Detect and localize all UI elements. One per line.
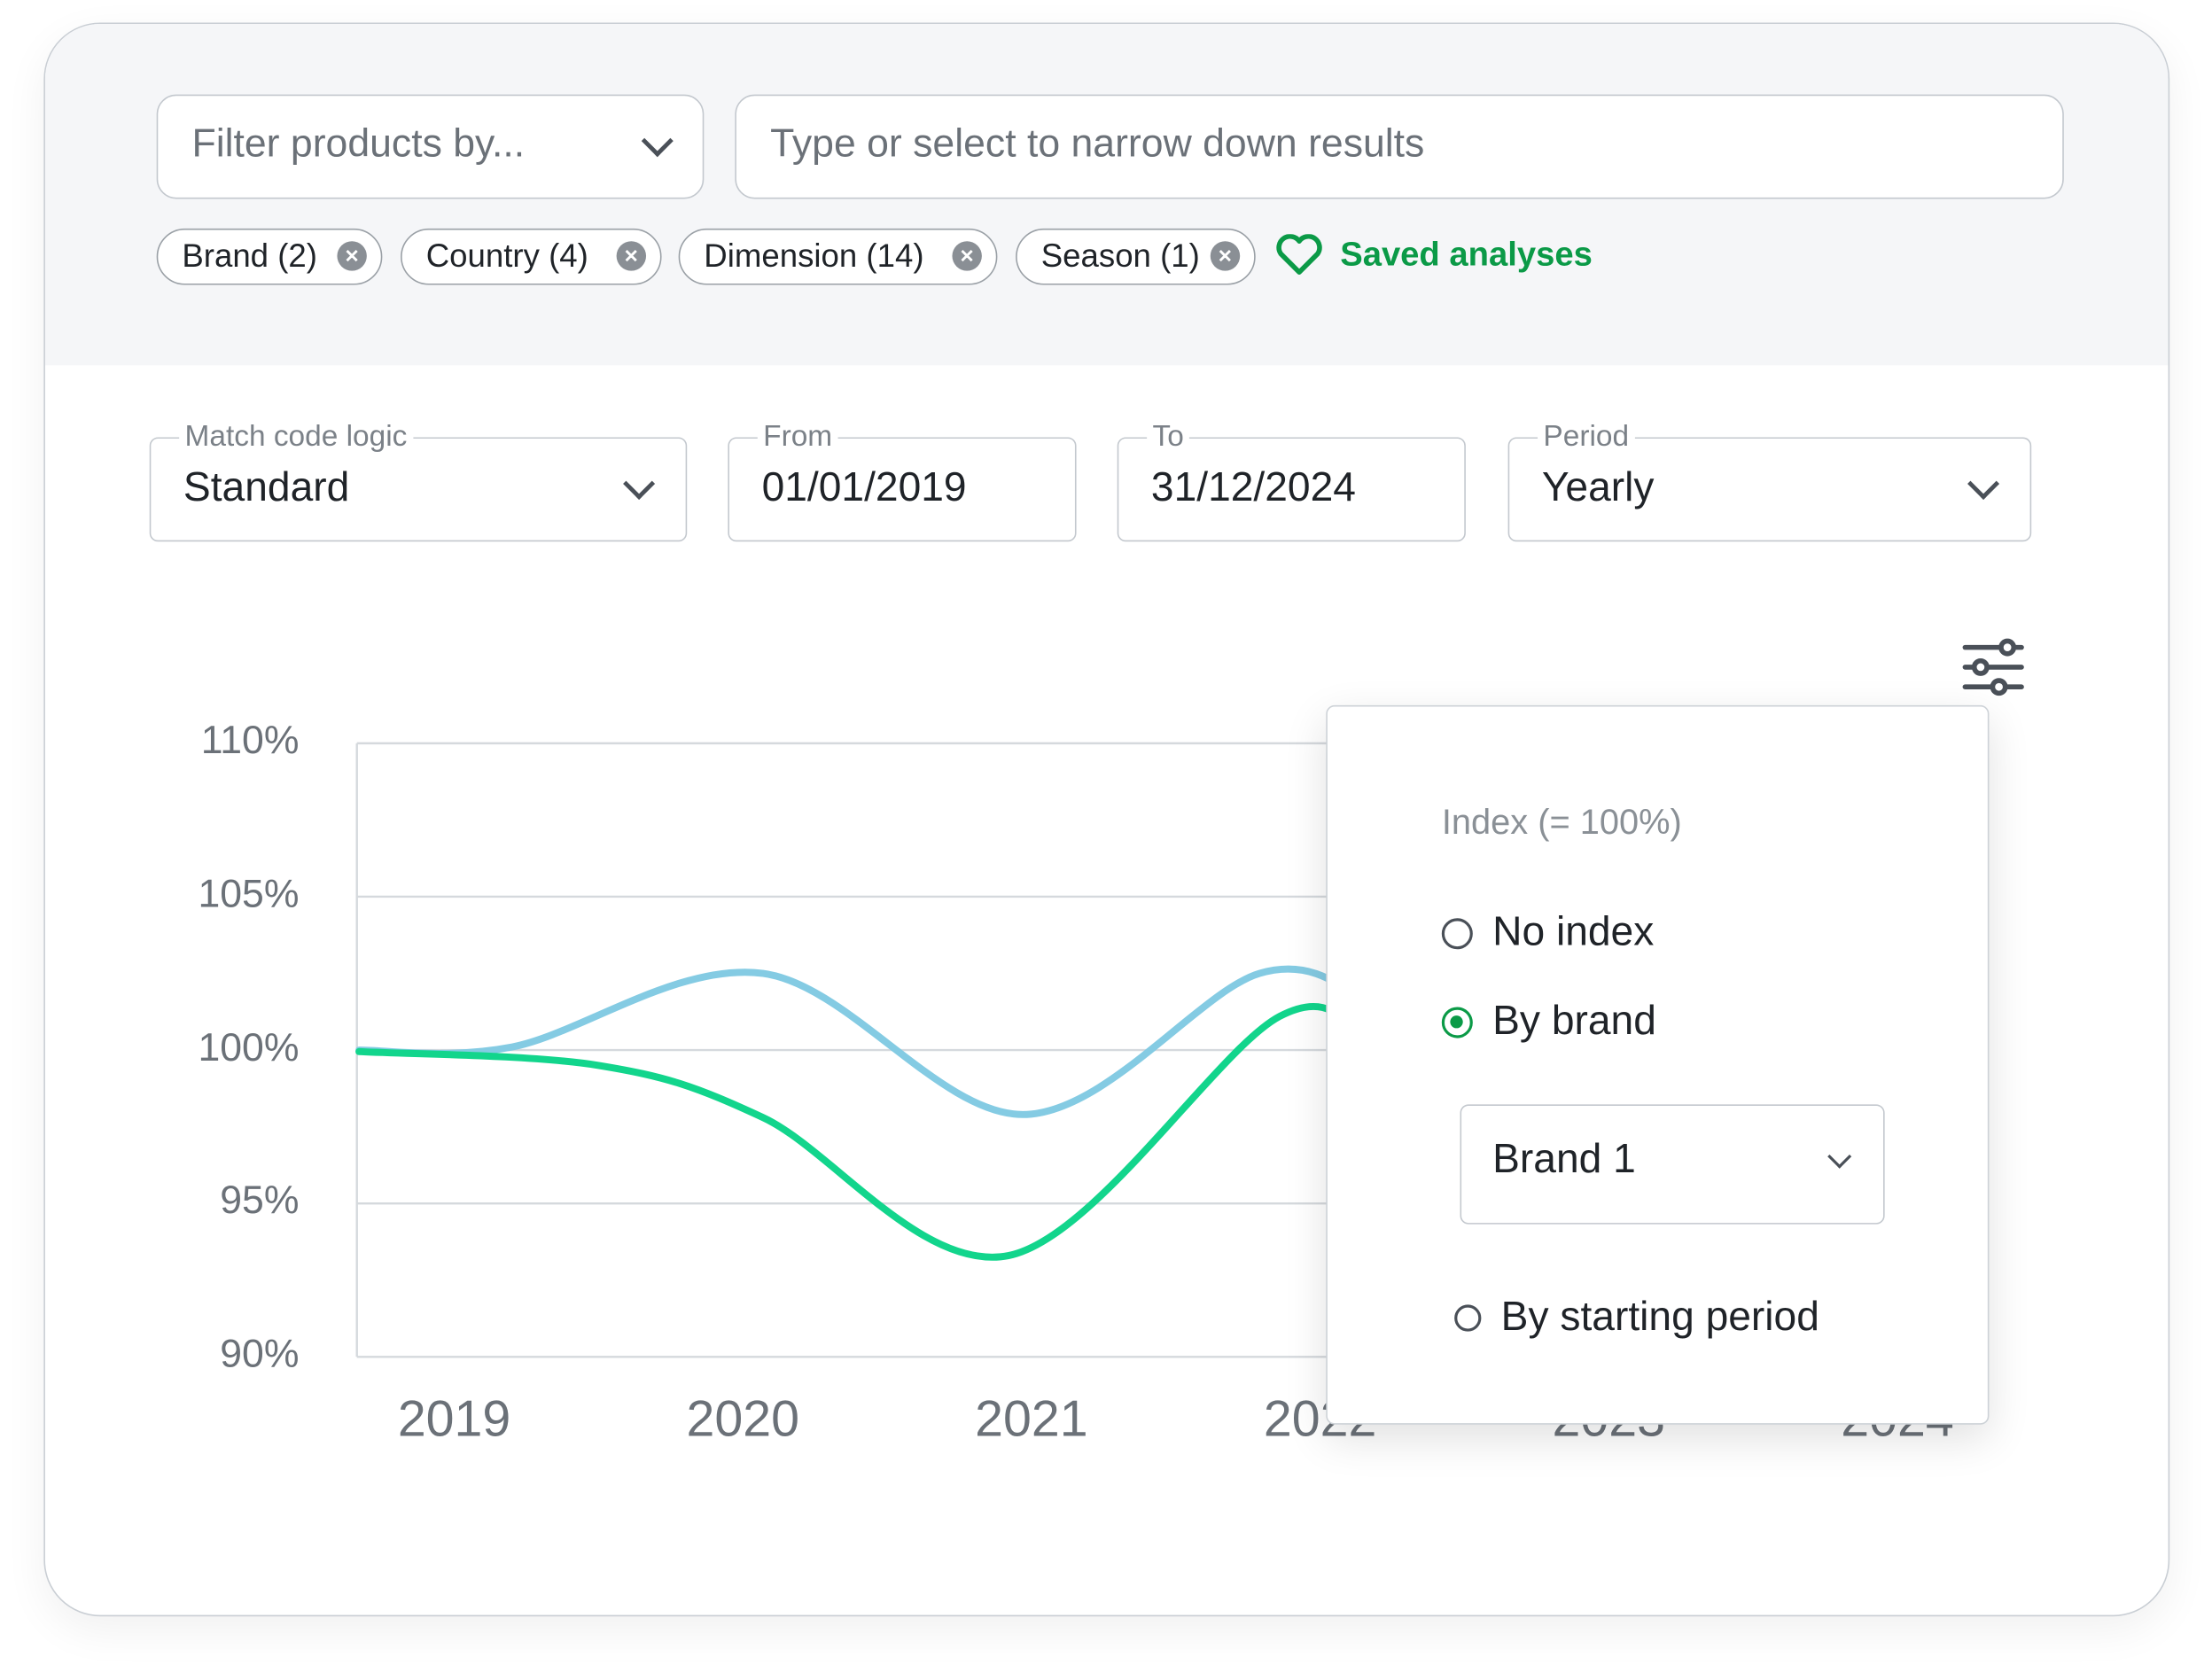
- radio-selected-icon: [1441, 1006, 1473, 1038]
- radio-label: By starting period: [1500, 1295, 1819, 1341]
- radio-by-starting-period[interactable]: By starting period: [1454, 1295, 1819, 1342]
- radio-icon: [1454, 1304, 1482, 1332]
- radio-label: By brand: [1492, 998, 1656, 1044]
- radio-icon: [1441, 917, 1473, 949]
- chevron-down-icon: [1827, 1144, 1852, 1169]
- brand-select-value: Brand 1: [1492, 1136, 1636, 1182]
- radio-no-index[interactable]: No index: [1441, 909, 1655, 957]
- radio-label: No index: [1492, 909, 1655, 955]
- index-popover: Index (= 100%) No index By brand Brand 1…: [1326, 704, 1990, 1425]
- radio-by-brand[interactable]: By brand: [1441, 998, 1656, 1046]
- popover-title: Index (= 100%): [1441, 802, 1682, 843]
- brand-select[interactable]: Brand 1: [1460, 1104, 1885, 1225]
- series-line-1: [355, 965, 1439, 1118]
